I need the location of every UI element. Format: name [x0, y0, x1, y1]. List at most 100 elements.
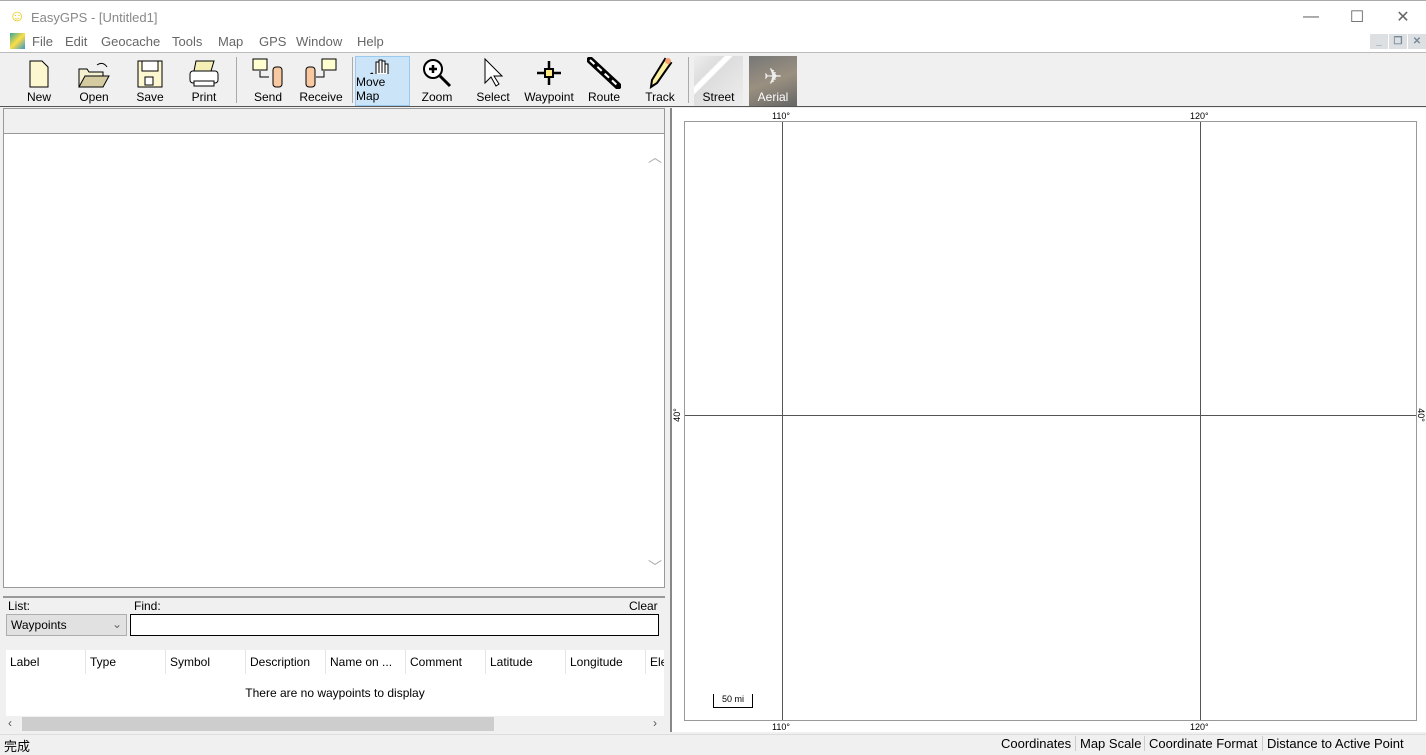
new-document-icon [29, 60, 49, 88]
hand-icon [369, 59, 388, 74]
scrollbar-thumb[interactable] [22, 717, 494, 731]
route-button[interactable]: Route [582, 56, 626, 106]
waypoint-crosshair-icon [537, 61, 561, 85]
open-folder-icon [78, 62, 110, 88]
move-map-button[interactable]: Move Map [355, 56, 410, 106]
scroll-left-icon[interactable]: ‹ [8, 716, 12, 730]
aerial-map-button[interactable]: ✈ Aerial [749, 56, 797, 106]
minimize-button[interactable]: — [1288, 1, 1334, 33]
list-type-dropdown[interactable]: Waypoints ⌄ [6, 614, 127, 636]
status-coordinates: Coordinates [1001, 736, 1072, 751]
receive-from-gps-icon [305, 58, 337, 88]
menu-bar: File Edit Geocache Tools Map GPS Window … [0, 32, 1426, 52]
send-to-gps-icon [252, 58, 283, 88]
magnifier-icon [423, 59, 452, 88]
arrow-cursor-icon [484, 57, 504, 87]
column-header-name-on-gps[interactable]: Name on ... [326, 650, 406, 674]
meridian-120 [1200, 122, 1201, 720]
column-header-type[interactable]: Type [86, 650, 166, 674]
maximize-button[interactable]: ☐ [1334, 1, 1380, 33]
print-label: Print [191, 90, 217, 104]
waypoint-table: Label Type Symbol Description Name on ..… [6, 650, 664, 716]
app-icon: ☺ [9, 8, 26, 25]
detail-header [4, 109, 664, 134]
clear-link[interactable]: Clear [629, 599, 658, 613]
column-header-description[interactable]: Description [246, 650, 326, 674]
mdi-close-button[interactable]: ✕ [1408, 34, 1426, 49]
column-header-comment[interactable]: Comment [406, 650, 486, 674]
scroll-up-icon[interactable]: ︿ [648, 147, 662, 167]
menu-gps[interactable]: GPS [259, 34, 286, 49]
menu-tools[interactable]: Tools [172, 34, 202, 49]
menu-file[interactable]: File [32, 34, 53, 49]
list-type-value: Waypoints [11, 618, 67, 632]
meridian-110 [782, 122, 783, 720]
close-button[interactable]: ✕ [1380, 1, 1426, 33]
menu-window[interactable]: Window [296, 34, 342, 49]
print-button[interactable]: Print [182, 56, 226, 106]
status-text: 完成 [4, 739, 31, 754]
menu-edit[interactable]: Edit [65, 34, 87, 49]
lat-label-right-40: 40° [1415, 408, 1426, 422]
parallel-40 [685, 415, 1416, 416]
save-button[interactable]: Save [128, 56, 172, 106]
open-button[interactable]: Open [72, 56, 116, 106]
select-button[interactable]: Select [470, 56, 516, 106]
menu-geocache[interactable]: Geocache [101, 34, 160, 49]
zoom-label: Zoom [421, 90, 453, 104]
send-label: Send [253, 90, 283, 104]
lon-label-top-120: 120° [1190, 111, 1209, 121]
find-input[interactable] [130, 614, 659, 636]
save-disk-icon [137, 60, 163, 88]
airplane-icon: ✈ [763, 64, 783, 89]
title-bar: ☺ EasyGPS - [Untitled1] — ☐ ✕ [0, 0, 1426, 32]
new-label: New [26, 90, 51, 104]
waypoint-label: Waypoint [524, 90, 574, 104]
send-button[interactable]: Send [246, 56, 290, 106]
column-header-longitude[interactable]: Longitude [566, 650, 646, 674]
column-header-latitude[interactable]: Latitude [486, 650, 566, 674]
menu-help[interactable]: Help [357, 34, 384, 49]
window-title: EasyGPS - [Untitled1] [31, 10, 158, 25]
receive-label: Receive [299, 90, 343, 104]
open-label: Open [79, 90, 109, 104]
column-header-symbol[interactable]: Symbol [166, 650, 246, 674]
lon-label-bottom-110: 110° [772, 722, 790, 732]
route-label: Route [587, 90, 621, 104]
track-button[interactable]: Track [638, 56, 682, 106]
horizontal-scrollbar[interactable]: ‹ › [6, 716, 664, 732]
chevron-down-icon: ⌄ [111, 617, 122, 631]
toolbar-separator [352, 57, 353, 103]
status-distance: Distance to Active Point [1262, 736, 1408, 751]
waypoint-button[interactable]: Waypoint [524, 56, 574, 106]
receive-button[interactable]: Receive [298, 56, 344, 106]
lon-label-bottom-120: 120° [1190, 722, 1209, 732]
document-icon [10, 33, 25, 49]
scroll-right-icon[interactable]: › [653, 716, 657, 730]
save-label: Save [136, 90, 164, 104]
map-frame: 50 mi [684, 121, 1417, 721]
route-line-icon [587, 57, 621, 89]
map-view[interactable]: 110° 120° 110° 120° 40° 40° 50 mi [670, 108, 1426, 732]
status-bar: 完成 Coordinates Map Scale Coordinate Form… [0, 734, 1426, 754]
toolbar-separator [688, 57, 689, 103]
pencil-icon [649, 57, 673, 89]
mdi-restore-button[interactable]: ❐ [1389, 34, 1407, 49]
scale-bar: 50 mi [713, 694, 753, 708]
select-label: Select [476, 90, 510, 104]
mdi-minimize-button[interactable]: _ [1370, 34, 1388, 49]
menu-map[interactable]: Map [218, 34, 243, 49]
column-header-elevation[interactable]: Ele [646, 650, 664, 674]
printer-icon [189, 60, 219, 87]
scroll-down-icon[interactable]: ﹀ [648, 557, 662, 577]
move-map-label: Move Map [356, 75, 386, 103]
new-button[interactable]: New [18, 56, 60, 106]
track-label: Track [645, 90, 675, 104]
toolbar: New Open Save Print Send Receive Move Ma… [0, 52, 1426, 107]
zoom-button[interactable]: Zoom [414, 56, 460, 106]
detail-pane: ︿ ﹀ [3, 108, 665, 588]
status-coordinate-format: Coordinate Format [1144, 736, 1261, 751]
column-header-label[interactable]: Label [6, 650, 86, 674]
toolbar-separator [236, 57, 237, 103]
street-map-button[interactable]: Street [694, 56, 743, 106]
